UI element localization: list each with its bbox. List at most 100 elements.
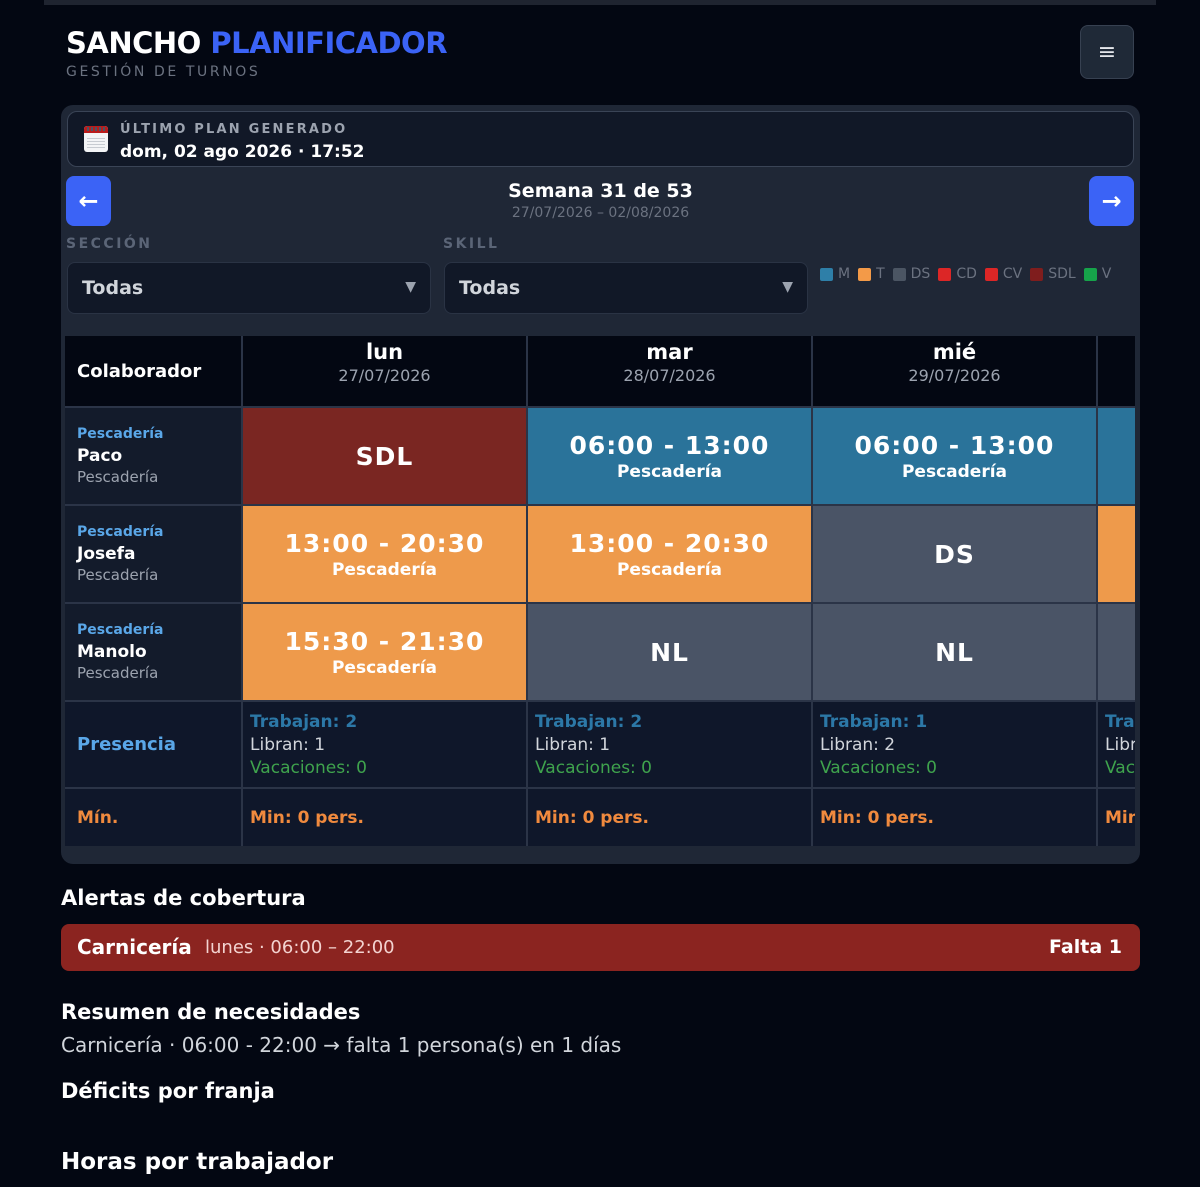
shift-time: 13:00 - 20:30 [284, 528, 485, 558]
week-title: Semana 31 de 53 [508, 180, 693, 202]
legend-swatch [938, 267, 952, 281]
next-week-button[interactable]: → [1089, 176, 1134, 226]
shift-legend: M T DS CD CV SDL V [820, 266, 1134, 288]
presence-working: Trabajan: 2 [1105, 712, 1135, 732]
shift-cell[interactable]: SDL [243, 408, 526, 504]
legend-item: SDL [1030, 266, 1076, 282]
day-date: 27/07/2026 [338, 366, 431, 385]
chevron-down-icon: ▼ [782, 279, 793, 295]
presence-working: Trabajan: 2 [250, 712, 358, 732]
min-value: Min: 0 pers. [820, 807, 934, 828]
shift-code: DS [934, 539, 975, 569]
day-name: mié [932, 340, 977, 364]
menu-button[interactable]: ≡ [1080, 25, 1134, 79]
collaborator-header: Colaborador [65, 336, 241, 406]
day-header: mié 29/07/2026 [813, 336, 1096, 406]
skill-select[interactable]: Todas ▼ [444, 262, 808, 314]
presence-label: Presencia [65, 702, 241, 787]
worker-section: Pescadería [77, 622, 164, 638]
shift-code: NL [650, 637, 689, 667]
shift-cell[interactable] [1098, 506, 1135, 602]
shift-cell[interactable] [1098, 604, 1135, 700]
presence-cell: Trabajan: 2 Libran: 1 Vacaciones: 0 [1098, 702, 1135, 787]
presence-off: Libran: 1 [1105, 735, 1135, 755]
presence-cell: Trabajan: 1 Libran: 2 Vacaciones: 0 [813, 702, 1096, 787]
legend-swatch [892, 267, 906, 281]
shift-time: 06:00 - 13:00 [854, 430, 1055, 460]
shift-cell[interactable]: 15:30 - 21:30 Pescadería [243, 604, 526, 700]
worker-subsection: Pescadería [77, 468, 159, 486]
worker-subsection: Pescadería [77, 566, 159, 584]
legend-swatch [1083, 267, 1097, 281]
presence-working: Trabajan: 1 [820, 712, 928, 732]
shift-cell[interactable]: DS [813, 506, 1096, 602]
presence-off: Libran: 1 [535, 735, 611, 755]
legend-item: CD [938, 266, 977, 282]
worker-name: Paco [77, 446, 123, 466]
legend-swatch [1030, 267, 1044, 281]
worker-name: Josefa [77, 544, 136, 564]
shift-cell[interactable]: 06:00 - 13:00 Pescadería [813, 408, 1096, 504]
legend-label: CV [1002, 266, 1023, 282]
legend-swatch [984, 267, 998, 281]
presence-working: Trabajan: 2 [535, 712, 643, 732]
presence-vacation: Vacaciones: 0 [820, 758, 937, 778]
legend-swatch [858, 267, 872, 281]
legend-item: V [1083, 266, 1111, 282]
app-header: SANCHO PLANIFICADOR GESTIÓN DE TURNOS [66, 26, 448, 80]
day-name: lun [365, 340, 404, 364]
shift-time: 15:30 - 21:30 [284, 626, 485, 656]
worker-subsection: Pescadería [77, 664, 159, 682]
legend-item: M [820, 266, 850, 282]
last-plan-card: ÚLTIMO PLAN GENERADO dom, 02 ago 2026 · … [67, 111, 1134, 167]
presence-cell: Trabajan: 2 Libran: 1 Vacaciones: 0 [528, 702, 811, 787]
planner-panel: ÚLTIMO PLAN GENERADO dom, 02 ago 2026 · … [61, 105, 1140, 864]
presence-off: Libran: 2 [820, 735, 896, 755]
chevron-down-icon: ▼ [405, 279, 416, 295]
hours-title: Horas por trabajador [61, 1149, 334, 1175]
arrow-right-icon: → [1101, 187, 1122, 215]
section-select[interactable]: Todas ▼ [67, 262, 431, 314]
schedule-grid: Colaborador lun 27/07/2026 mar 28/07/2026 mié… [65, 336, 1135, 846]
day-name: mar [646, 340, 693, 364]
min-cell: Min: 0 pers. [243, 789, 526, 846]
min-value: Min: 0 pers. [535, 807, 649, 828]
legend-label: T [876, 266, 885, 282]
alert-section: Carnicería [77, 935, 192, 959]
shift-cell[interactable] [1098, 408, 1135, 504]
day-header: lun 27/07/2026 [243, 336, 526, 406]
last-plan-label: ÚLTIMO PLAN GENERADO [120, 122, 348, 137]
coverage-alert[interactable]: Carnicería lunes · 06:00 – 22:00 Falta 1 [61, 924, 1140, 971]
min-cell: Min: 0 pers. [813, 789, 1096, 846]
min-label-text: Mín. [77, 807, 119, 828]
presence-off: Libran: 1 [250, 735, 326, 755]
shift-cell[interactable]: NL [813, 604, 1096, 700]
presence-vacation: Vacaciones: 0 [1105, 758, 1135, 778]
shift-place: Pescadería [616, 559, 723, 580]
alert-missing: Falta 1 [1049, 936, 1122, 958]
shift-cell[interactable]: 13:00 - 20:30 Pescadería [528, 506, 811, 602]
worker-name-cell: Pescadería Paco Pescadería [65, 408, 241, 504]
min-value: Min: 0 pers. [1105, 807, 1135, 828]
skill-filter-label: SKILL [443, 236, 500, 252]
skill-select-value: Todas [459, 277, 521, 299]
shift-time: 06:00 - 13:00 [569, 430, 770, 460]
brand-primary: SANCHO [66, 26, 201, 60]
legend-label: CD [956, 266, 977, 282]
needs-line: Carnicería · 06:00 - 22:00 → falta 1 per… [61, 1033, 622, 1057]
calendar-icon [84, 126, 108, 152]
shift-cell[interactable]: 06:00 - 13:00 Pescadería [528, 408, 811, 504]
shift-cell[interactable]: 13:00 - 20:30 Pescadería [243, 506, 526, 602]
presence-label-text: Presencia [77, 734, 176, 755]
presence-cell: Trabajan: 2 Libran: 1 Vacaciones: 0 [243, 702, 526, 787]
day-date: 29/07/2026 [908, 366, 1001, 385]
last-plan-value: dom, 02 ago 2026 · 17:52 [120, 142, 365, 162]
worker-name: Manolo [77, 642, 147, 662]
shift-cell[interactable]: NL [528, 604, 811, 700]
legend-label: DS [910, 266, 931, 282]
app-subtitle: GESTIÓN DE TURNOS [66, 64, 261, 80]
legend-label: M [838, 266, 851, 282]
shift-code: NL [935, 637, 974, 667]
worker-name-cell: Pescadería Manolo Pescadería [65, 604, 241, 700]
brand-logo: SANCHO PLANIFICADOR [66, 26, 448, 60]
